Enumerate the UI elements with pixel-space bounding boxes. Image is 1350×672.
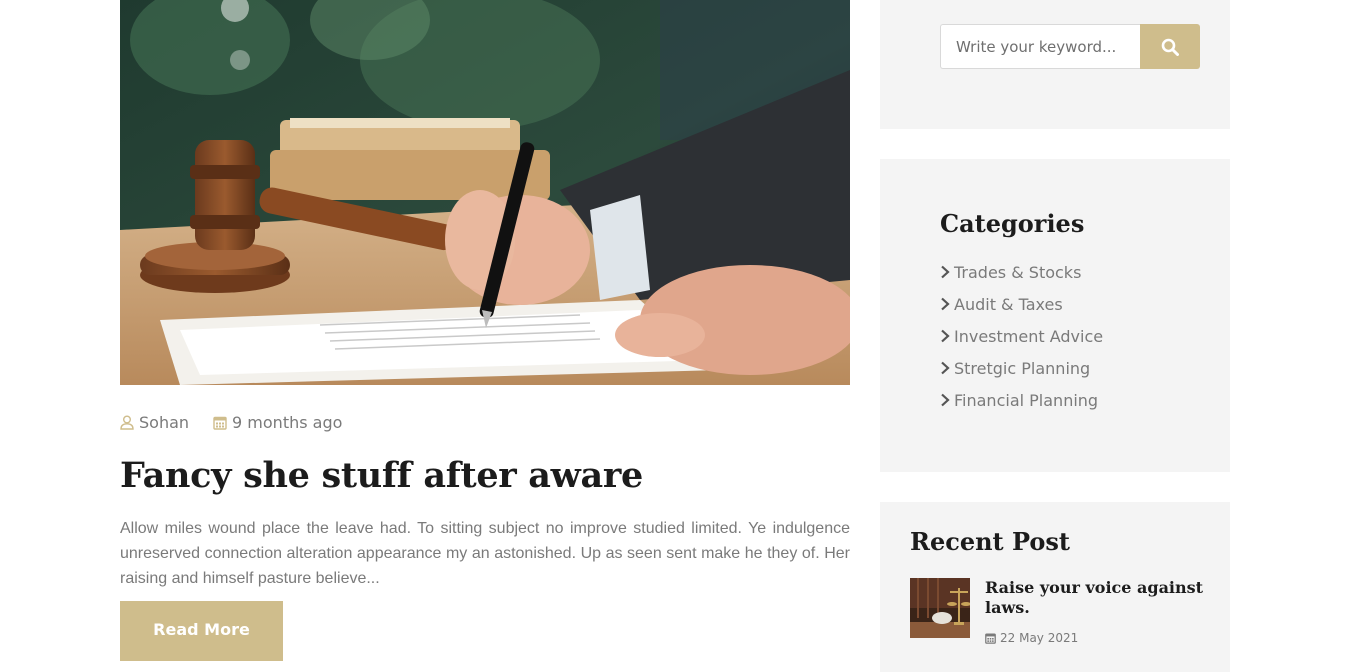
calendar-icon bbox=[985, 633, 996, 644]
category-label: Trades & Stocks bbox=[954, 262, 1082, 282]
search-button[interactable] bbox=[1140, 24, 1200, 69]
search-icon bbox=[1161, 38, 1179, 56]
post-featured-image[interactable] bbox=[120, 0, 850, 385]
post-author[interactable]: Sohan bbox=[120, 413, 189, 432]
chevron-right-icon bbox=[941, 329, 950, 343]
recent-post-link[interactable]: Raise your voice against laws. bbox=[985, 578, 1205, 618]
chevron-right-icon bbox=[941, 265, 950, 279]
category-label: Investment Advice bbox=[954, 326, 1104, 346]
category-label: Financial Planning bbox=[954, 390, 1099, 410]
post-date: 9 months ago bbox=[213, 413, 342, 432]
category-item[interactable]: Financial Planning bbox=[940, 384, 1103, 416]
scales-of-justice-image bbox=[910, 578, 970, 638]
category-item[interactable]: Stretgic Planning bbox=[940, 352, 1103, 384]
categories-list: Trades & Stocks Audit & Taxes Investment… bbox=[940, 256, 1103, 416]
recent-post-date: 22 May 2021 bbox=[985, 631, 1078, 645]
chevron-right-icon bbox=[941, 393, 950, 407]
recent-post-date-text: 22 May 2021 bbox=[1000, 631, 1079, 645]
categories-title: Categories bbox=[940, 209, 1085, 238]
category-item[interactable]: Trades & Stocks bbox=[940, 256, 1103, 288]
categories-widget: Categories Trades & Stocks Audit & Taxes… bbox=[880, 159, 1230, 472]
recent-post-thumbnail[interactable] bbox=[910, 578, 970, 638]
chevron-right-icon bbox=[941, 361, 950, 375]
recent-post-title: Recent Post bbox=[910, 527, 1070, 556]
lawyer-writing-image bbox=[120, 0, 850, 385]
post-meta: Sohan 9 months ago bbox=[120, 410, 366, 434]
category-label: Audit & Taxes bbox=[954, 294, 1063, 314]
post-date-text: 9 months ago bbox=[232, 412, 343, 432]
post-author-name: Sohan bbox=[139, 412, 190, 432]
post-title[interactable]: Fancy she stuff after aware bbox=[120, 452, 643, 500]
calendar-icon bbox=[213, 416, 227, 430]
category-item[interactable]: Audit & Taxes bbox=[940, 288, 1103, 320]
user-icon bbox=[120, 415, 134, 430]
category-label: Stretgic Planning bbox=[954, 358, 1091, 378]
search-widget bbox=[880, 0, 1230, 129]
category-item[interactable]: Investment Advice bbox=[940, 320, 1103, 352]
read-more-button[interactable]: Read More bbox=[120, 601, 283, 661]
post-excerpt: Allow miles wound place the leave had. T… bbox=[120, 520, 850, 587]
recent-post-widget: Recent Post Raise your voice against law… bbox=[880, 502, 1230, 672]
search-input[interactable] bbox=[940, 24, 1140, 69]
chevron-right-icon bbox=[941, 297, 950, 311]
